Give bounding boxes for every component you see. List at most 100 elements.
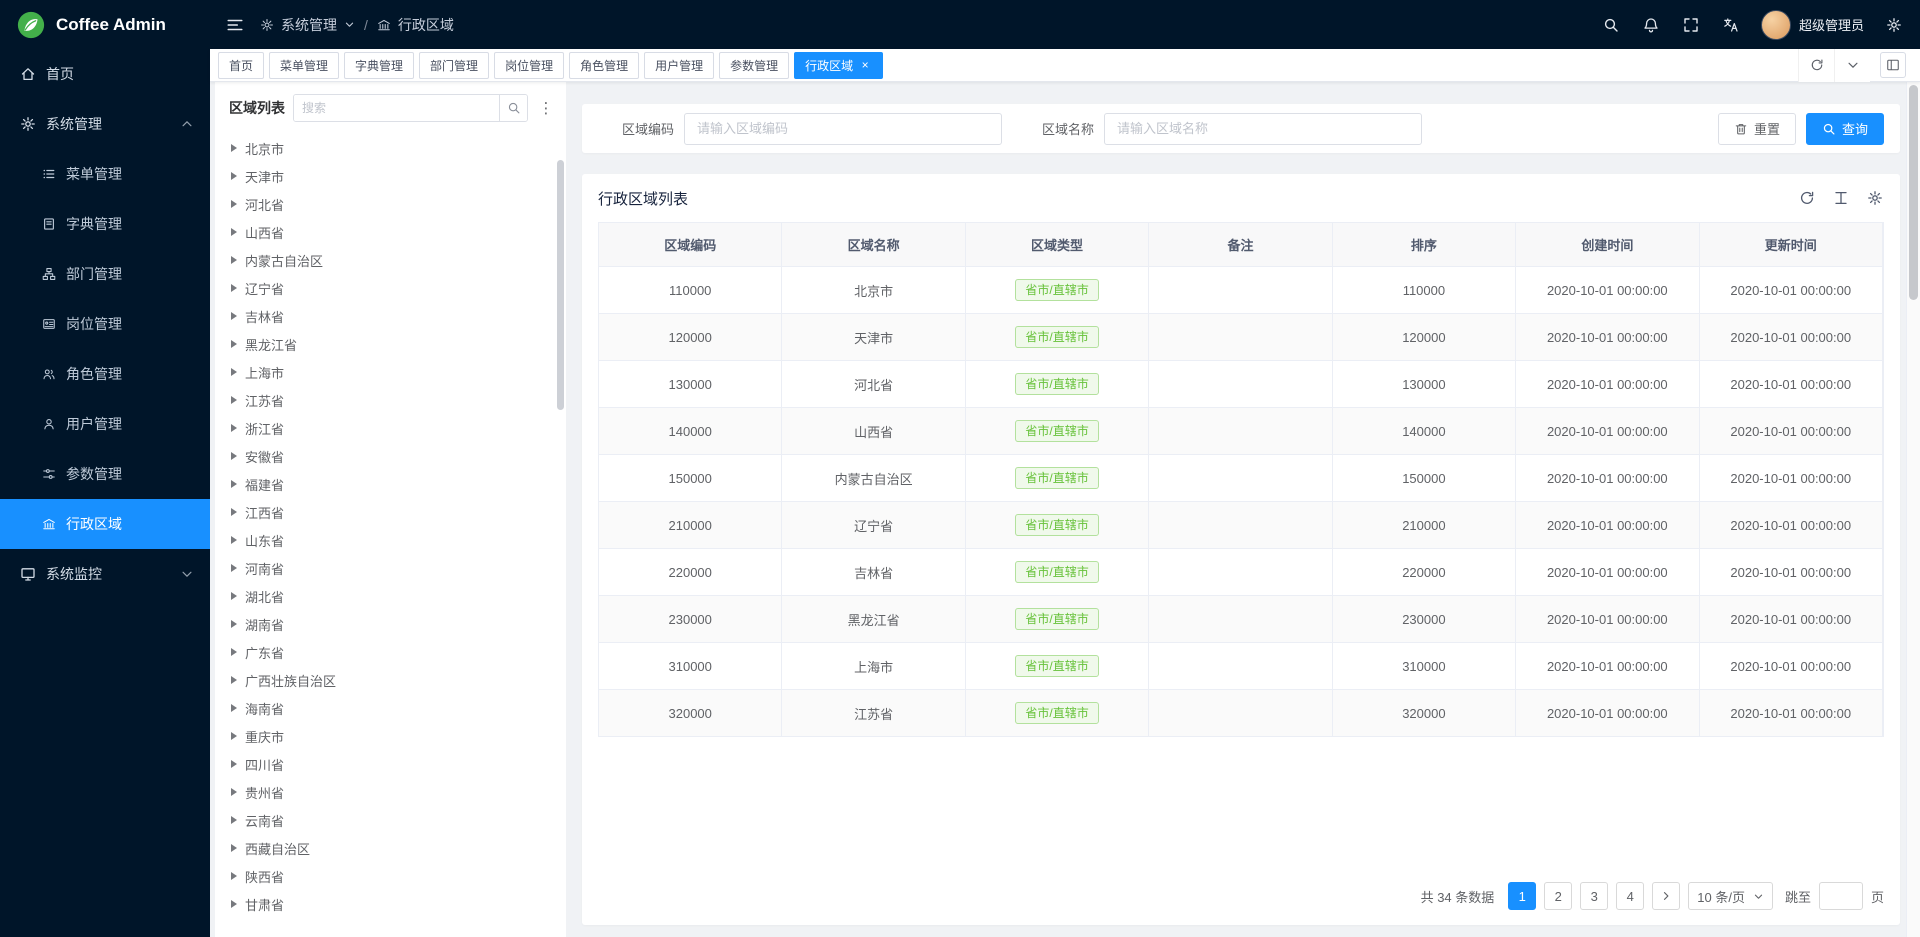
tree-item[interactable]: 福建省: [215, 470, 566, 498]
jump-page-input[interactable]: [1819, 882, 1863, 910]
page-size-select[interactable]: 10 条/页: [1688, 882, 1773, 910]
settings-gear-icon[interactable]: [1884, 15, 1904, 35]
tree-item[interactable]: 吉林省: [215, 302, 566, 330]
column-settings-gear-icon[interactable]: [1866, 189, 1884, 207]
tree-item[interactable]: 广东省: [215, 638, 566, 666]
caret-right-icon[interactable]: [231, 844, 237, 852]
tree-item[interactable]: 海南省: [215, 694, 566, 722]
next-page-button[interactable]: [1652, 882, 1680, 910]
caret-right-icon[interactable]: [231, 508, 237, 516]
breadcrumb-root[interactable]: 系统管理: [281, 15, 337, 35]
reset-button[interactable]: 重置: [1718, 113, 1796, 145]
search-icon[interactable]: [1601, 15, 1621, 35]
tab[interactable]: 首页 ×: [218, 52, 264, 79]
table-row[interactable]: 110000 北京市 省市/直辖市 110000 2020-10-01 00:0…: [599, 267, 1883, 314]
caret-right-icon[interactable]: [231, 760, 237, 768]
tab[interactable]: 部门管理 ×: [419, 52, 489, 79]
tree-item[interactable]: 湖南省: [215, 610, 566, 638]
table-row[interactable]: 220000 吉林省 省市/直辖市 220000 2020-10-01 00:0…: [599, 549, 1883, 596]
caret-right-icon[interactable]: [231, 340, 237, 348]
tree-scrollbar-thumb[interactable]: [557, 160, 564, 410]
tab[interactable]: 角色管理 ×: [569, 52, 639, 79]
caret-right-icon[interactable]: [231, 424, 237, 432]
table-header-cell[interactable]: 备注: [1149, 223, 1332, 267]
table-header-cell[interactable]: 区域编码: [599, 223, 782, 267]
tree-item[interactable]: 安徽省: [215, 442, 566, 470]
name-filter-input[interactable]: [1104, 113, 1422, 145]
page-number-button[interactable]: 2: [1544, 882, 1572, 910]
tree-item[interactable]: 山东省: [215, 526, 566, 554]
page-number-button[interactable]: 1: [1508, 882, 1536, 910]
caret-right-icon[interactable]: [231, 368, 237, 376]
tree-item[interactable]: 云南省: [215, 806, 566, 834]
tree-item[interactable]: 陕西省: [215, 862, 566, 890]
tree-item[interactable]: 上海市: [215, 358, 566, 386]
table-header-cell[interactable]: 创建时间: [1516, 223, 1699, 267]
tree-item[interactable]: 天津市: [215, 162, 566, 190]
tab[interactable]: 菜单管理 ×: [269, 52, 339, 79]
caret-right-icon[interactable]: [231, 872, 237, 880]
tab[interactable]: 岗位管理 ×: [494, 52, 564, 79]
tree-item[interactable]: 北京市: [215, 134, 566, 162]
caret-right-icon[interactable]: [231, 900, 237, 908]
caret-right-icon[interactable]: [231, 704, 237, 712]
tree-item[interactable]: 江苏省: [215, 386, 566, 414]
caret-right-icon[interactable]: [231, 620, 237, 628]
tree-item[interactable]: 贵州省: [215, 778, 566, 806]
sidebar-subitem-menu[interactable]: 菜单管理: [0, 149, 210, 199]
search-button[interactable]: 查询: [1806, 113, 1884, 145]
caret-right-icon[interactable]: [231, 284, 237, 292]
sidebar-item-monitor[interactable]: 系统监控: [0, 549, 210, 599]
sidebar-subitem-params[interactable]: 参数管理: [0, 449, 210, 499]
table-header-cell[interactable]: 更新时间: [1700, 223, 1883, 267]
page-scrollbar-thumb[interactable]: [1909, 85, 1918, 300]
tab[interactable]: 用户管理 ×: [644, 52, 714, 79]
page-scrollbar[interactable]: [1906, 49, 1920, 937]
caret-right-icon[interactable]: [231, 732, 237, 740]
caret-right-icon[interactable]: [231, 312, 237, 320]
code-filter-input[interactable]: [684, 113, 1002, 145]
refresh-icon[interactable]: [1798, 189, 1816, 207]
table-row[interactable]: 230000 黑龙江省 省市/直辖市 230000 2020-10-01 00:…: [599, 596, 1883, 643]
caret-right-icon[interactable]: [231, 200, 237, 208]
tree-item[interactable]: 重庆市: [215, 722, 566, 750]
tab-close-icon[interactable]: ×: [858, 58, 872, 72]
table-row[interactable]: 130000 河北省 省市/直辖市 130000 2020-10-01 00:0…: [599, 361, 1883, 408]
caret-right-icon[interactable]: [231, 396, 237, 404]
tree-item[interactable]: 浙江省: [215, 414, 566, 442]
table-row[interactable]: 310000 上海市 省市/直辖市 310000 2020-10-01 00:0…: [599, 643, 1883, 690]
layout-icon[interactable]: [1880, 52, 1906, 78]
caret-right-icon[interactable]: [231, 228, 237, 236]
collapse-menu-icon[interactable]: [210, 0, 260, 49]
tree-search-input[interactable]: [294, 95, 499, 121]
page-number-button[interactable]: 4: [1616, 882, 1644, 910]
app-logo[interactable]: Coffee Admin: [0, 0, 210, 49]
tree-search-icon[interactable]: [499, 95, 527, 121]
sidebar-subitem-post[interactable]: 岗位管理: [0, 299, 210, 349]
caret-right-icon[interactable]: [231, 144, 237, 152]
sidebar-item-home[interactable]: 首页: [0, 49, 210, 99]
tree-item[interactable]: 湖北省: [215, 582, 566, 610]
tree-item[interactable]: 山西省: [215, 218, 566, 246]
caret-right-icon[interactable]: [231, 564, 237, 572]
tab[interactable]: 行政区域 ×: [794, 52, 883, 79]
tab[interactable]: 字典管理 ×: [344, 52, 414, 79]
tree-item[interactable]: 辽宁省: [215, 274, 566, 302]
table-row[interactable]: 120000 天津市 省市/直辖市 120000 2020-10-01 00:0…: [599, 314, 1883, 361]
sidebar-subitem-dept[interactable]: 部门管理: [0, 249, 210, 299]
tree-item[interactable]: 广西壮族自治区: [215, 666, 566, 694]
tree-item[interactable]: 河北省: [215, 190, 566, 218]
caret-right-icon[interactable]: [231, 592, 237, 600]
tree-item[interactable]: 青海省: [215, 918, 566, 925]
caret-right-icon[interactable]: [231, 676, 237, 684]
caret-right-icon[interactable]: [231, 788, 237, 796]
tree-item[interactable]: 黑龙江省: [215, 330, 566, 358]
table-header-cell[interactable]: 区域类型: [966, 223, 1149, 267]
translate-icon[interactable]: [1721, 15, 1741, 35]
sidebar-subitem-user[interactable]: 用户管理: [0, 399, 210, 449]
caret-right-icon[interactable]: [231, 536, 237, 544]
tree-item[interactable]: 四川省: [215, 750, 566, 778]
caret-right-icon[interactable]: [231, 816, 237, 824]
user-menu[interactable]: 超级管理员: [1761, 10, 1864, 40]
table-header-cell[interactable]: 排序: [1333, 223, 1516, 267]
